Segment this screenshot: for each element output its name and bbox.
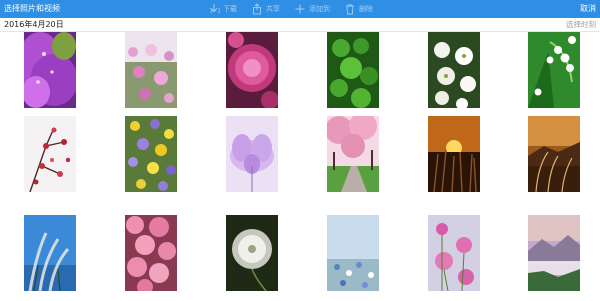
pale-bloom-photo: [226, 116, 278, 192]
dusk-grass-photo: [528, 116, 580, 192]
photo-thumbnail[interactable]: [226, 32, 278, 108]
photo-thumbnail[interactable]: [327, 215, 379, 291]
tulip-photo: [24, 32, 76, 108]
dandelion-photo: [226, 215, 278, 291]
wildflowers-photo: [125, 116, 177, 192]
delete-button[interactable]: 删除: [344, 3, 373, 15]
dahlia-photo: [226, 32, 278, 108]
photo-thumbnail[interactable]: [24, 32, 76, 108]
photo-thumbnail[interactable]: [528, 215, 580, 291]
share-label: 共享: [266, 5, 280, 13]
photo-thumbnail[interactable]: [428, 116, 480, 192]
add-to-button[interactable]: 添加到: [294, 3, 330, 15]
photo-thumbnail[interactable]: [24, 215, 76, 291]
misty-mountain-photo: [528, 215, 580, 291]
download-button[interactable]: 下载: [208, 3, 237, 15]
delete-label: 删除: [359, 5, 373, 13]
photo-thumbnail[interactable]: [226, 116, 278, 192]
photo-thumbnail[interactable]: [428, 215, 480, 291]
download-icon: [209, 4, 220, 13]
photo-thumbnail[interactable]: [428, 32, 480, 108]
lily-of-valley-photo: [528, 32, 580, 108]
trash-icon: [346, 4, 354, 15]
select-moment-button[interactable]: 选择时刻: [566, 20, 596, 30]
download-label: 下载: [223, 5, 237, 13]
clover-photo: [327, 32, 379, 108]
add-to-label: 添加到: [309, 5, 330, 13]
plus-icon: [295, 4, 305, 14]
cancel-button[interactable]: 取消: [580, 3, 596, 15]
page-title: 选择照片和视频: [4, 4, 60, 13]
photo-thumbnail[interactable]: [327, 32, 379, 108]
photo-thumbnail[interactable]: [24, 116, 76, 192]
photo-thumbnail[interactable]: [327, 116, 379, 192]
pink-blossom-photo: [125, 215, 177, 291]
photo-thumbnail[interactable]: [125, 116, 177, 192]
section-date: 2016年4月20日: [4, 20, 64, 29]
photo-thumbnail[interactable]: [125, 32, 177, 108]
section-header: 2016年4月20日 选择时刻: [0, 18, 600, 32]
photo-grid: [0, 32, 600, 301]
photo-thumbnail[interactable]: [125, 215, 177, 291]
share-icon: [253, 3, 261, 15]
photo-thumbnail[interactable]: [528, 116, 580, 192]
share-button[interactable]: 共享: [251, 3, 280, 15]
pink-cosmos-photo: [428, 215, 480, 291]
photo-thumbnail[interactable]: [226, 215, 278, 291]
blue-flowers-photo: [327, 215, 379, 291]
plum-blossom-photo: [24, 116, 76, 192]
dogwood-photo: [428, 32, 480, 108]
cosmos-field-photo: [125, 32, 177, 108]
top-toolbar: 选择照片和视频 下载 共享 添加到 删除 取消: [0, 0, 600, 18]
cherry-path-photo: [327, 116, 379, 192]
photo-thumbnail[interactable]: [528, 32, 580, 108]
sunset-grass-photo: [428, 116, 480, 192]
action-bar: 下载 共享 添加到 删除: [208, 1, 387, 17]
pampas-sky-photo: [24, 215, 76, 291]
